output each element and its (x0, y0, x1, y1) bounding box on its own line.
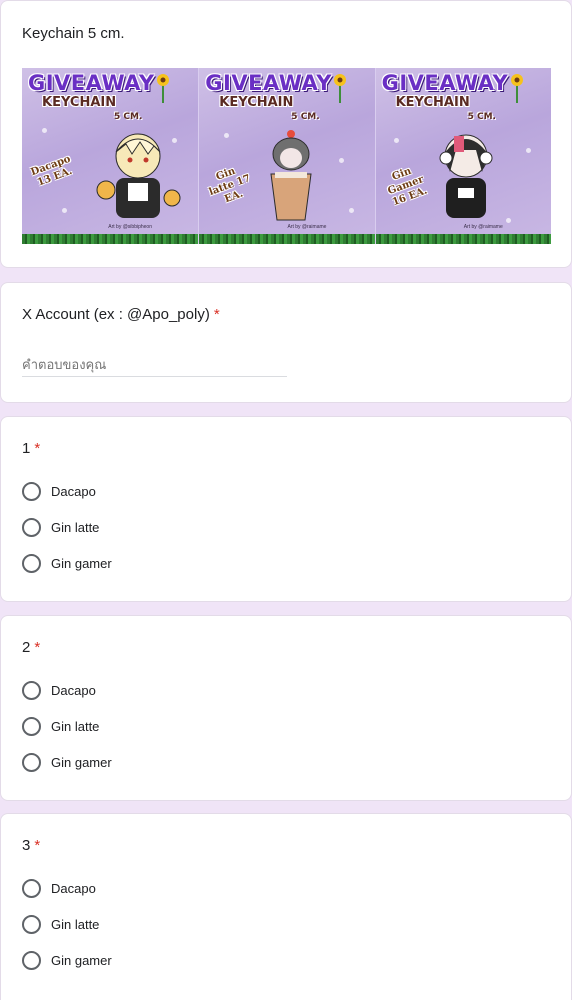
banner-size: 5 CM. (114, 112, 143, 122)
giveaway-banner-image: GIVEAWAY KEYCHAIN 5 CM. Dacapo 13 EA. Ar… (22, 68, 551, 244)
radio-button[interactable] (22, 752, 41, 772)
banner-panel-gin-gamer: GIVEAWAY KEYCHAIN 5 CM. Gin Gamer 16 EA.… (374, 68, 551, 244)
banner-subheading: KEYCHAIN (42, 95, 117, 110)
radio-button[interactable] (22, 680, 41, 700)
character-illustration (270, 130, 312, 221)
question-label: 1 (22, 440, 31, 457)
radio-button[interactable] (22, 878, 41, 898)
banner-size: 5 CM. (291, 112, 320, 122)
banner-subheading: KEYCHAIN (395, 95, 470, 110)
option-gin-latte[interactable]: Gin latte (22, 516, 99, 538)
radio-button[interactable] (22, 716, 41, 736)
question-title: 1 * (22, 440, 40, 457)
banner-panel-dacapo: GIVEAWAY KEYCHAIN 5 CM. Dacapo 13 EA. Ar… (22, 68, 199, 244)
radio-button[interactable] (22, 517, 41, 537)
question-label: 2 (22, 639, 31, 656)
character-illustration (439, 134, 493, 218)
question-card-2: 2 * Dacapo Gin latte Gin gamer (0, 615, 572, 801)
banner-heading: GIVEAWAY (205, 71, 332, 95)
required-asterisk: * (34, 440, 41, 457)
x-account-input[interactable] (22, 353, 287, 377)
grass-border (22, 234, 199, 244)
required-asterisk: * (213, 306, 220, 323)
required-asterisk: * (34, 837, 41, 854)
form-header-card: Keychain 5 cm. GIVEAWAY KEYCHAIN 5 CM. D… (0, 0, 572, 268)
radio-button[interactable] (22, 914, 41, 934)
sunflower-icon (510, 74, 523, 103)
question-label: 3 (22, 837, 31, 854)
option-gin-gamer[interactable]: Gin gamer (22, 751, 112, 773)
banner-credit: Art by @sibbipheon (108, 224, 152, 230)
option-label: Gin gamer (51, 952, 112, 968)
option-label: Dacapo (51, 880, 96, 896)
question-card-1: 1 * Dacapo Gin latte Gin gamer (0, 416, 572, 602)
grass-border (199, 234, 375, 244)
banner-credit: Art by @raimame (287, 224, 327, 230)
option-label: Gin latte (51, 519, 100, 535)
option-gin-gamer[interactable]: Gin gamer (22, 949, 112, 971)
banner-heading: GIVEAWAY (28, 71, 155, 95)
option-gin-latte[interactable]: Gin latte (22, 913, 99, 935)
character-illustration (96, 133, 181, 218)
sunflower-icon (334, 74, 347, 103)
banner-tag: Dacapo 13 EA. (29, 153, 74, 189)
option-dacapo[interactable]: Dacapo (22, 877, 96, 899)
option-label: Gin gamer (51, 555, 112, 571)
banner-heading: GIVEAWAY (381, 71, 509, 95)
question-title: 2 * (22, 639, 40, 656)
banner-subheading: KEYCHAIN (219, 95, 294, 110)
form-title: Keychain 5 cm. (22, 25, 125, 42)
banner-credit: Art by @raimame (463, 224, 503, 230)
question-card-x-account: X Account (ex : @Apo_poly) * (0, 282, 572, 403)
option-label: Dacapo (51, 682, 96, 698)
sunflower-icon (157, 74, 169, 103)
option-dacapo[interactable]: Dacapo (22, 480, 96, 502)
option-label: Gin latte (51, 916, 100, 932)
option-dacapo[interactable]: Dacapo (22, 679, 96, 701)
option-label: Dacapo (51, 483, 96, 499)
question-title: X Account (ex : @Apo_poly) * (22, 306, 220, 323)
radio-button[interactable] (22, 553, 41, 573)
option-gin-latte[interactable]: Gin latte (22, 715, 99, 737)
banner-size: 5 CM. (467, 112, 496, 122)
radio-button[interactable] (22, 481, 41, 501)
required-asterisk: * (34, 639, 41, 656)
question-card-3: 3 * Dacapo Gin latte Gin gamer (0, 813, 572, 1000)
radio-button[interactable] (22, 950, 41, 970)
grass-border (375, 234, 551, 244)
question-title: 3 * (22, 837, 40, 854)
option-gin-gamer[interactable]: Gin gamer (22, 552, 112, 574)
banner-panel-gin-latte: GIVEAWAY KEYCHAIN 5 CM. Gin latte 17 EA.… (198, 68, 375, 244)
question-label: X Account (ex : @Apo_poly) (22, 306, 210, 323)
option-label: Gin latte (51, 718, 100, 734)
option-label: Gin gamer (51, 754, 112, 770)
